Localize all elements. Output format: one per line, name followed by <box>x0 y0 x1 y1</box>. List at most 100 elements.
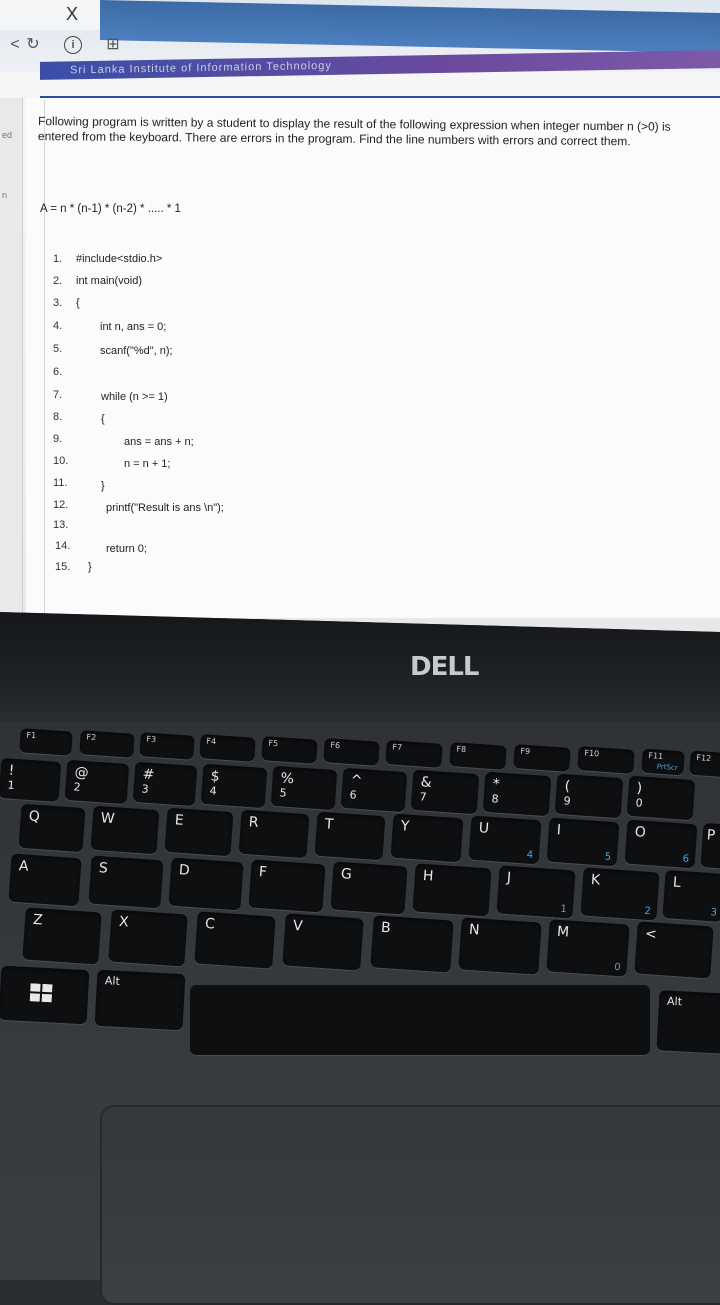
key-alt-right[interactable]: Alt <box>656 990 720 1054</box>
code-line: while (n >= 1) <box>101 391 168 403</box>
key-a[interactable]: A <box>8 853 82 907</box>
left-sidebar: ed n <box>0 98 23 628</box>
key-s[interactable]: S <box>88 855 164 909</box>
key-f11[interactable]: F11 PrtScr <box>641 748 685 776</box>
key-w[interactable]: W <box>90 805 160 855</box>
key-3[interactable]: #3 <box>132 761 198 807</box>
code-line: { <box>76 297 80 309</box>
key-5[interactable]: % 5 <box>270 765 338 811</box>
back-icon[interactable]: < <box>6 36 24 54</box>
sidebar-label: ed <box>2 130 13 140</box>
line-number: 9. <box>53 433 63 445</box>
key-k[interactable]: K2 <box>580 867 660 921</box>
card-divider <box>44 100 45 615</box>
key-comma[interactable]: < <box>634 921 714 979</box>
key-f10[interactable]: F10 <box>577 746 635 774</box>
key-f5[interactable]: F5 <box>261 736 318 764</box>
key-f12[interactable]: F12 <box>689 750 720 778</box>
key-8[interactable]: * 8 <box>482 771 552 817</box>
info-icon[interactable]: i <box>64 36 82 54</box>
browser-titlebar <box>100 0 720 53</box>
key-2[interactable]: @2 <box>64 759 130 805</box>
code-line: int main(void) <box>76 275 143 287</box>
touchpad[interactable] <box>100 1105 720 1305</box>
key-l[interactable]: L3 <box>662 869 720 923</box>
key-f4[interactable]: F4 <box>199 734 256 762</box>
key-c[interactable]: C <box>194 911 276 969</box>
line-number: 5. <box>53 343 63 355</box>
reload-icon[interactable]: ↻ <box>24 36 42 54</box>
key-f7[interactable]: F7 <box>385 740 443 768</box>
code-line: { <box>101 413 105 425</box>
key-h[interactable]: H <box>412 863 492 917</box>
code-line: ans = ans + n; <box>124 436 194 448</box>
line-number: 1. <box>53 253 63 265</box>
question-text: Following program is written by a studen… <box>37 114 671 148</box>
line-number: 4. <box>53 320 63 332</box>
line-number: 12. <box>53 499 69 511</box>
key-f1[interactable]: F1 <box>19 728 73 756</box>
key-r[interactable]: R <box>238 809 310 859</box>
line-number: 3. <box>53 297 63 309</box>
key-t[interactable]: T <box>314 811 386 861</box>
close-tab-icon[interactable]: X <box>66 4 78 25</box>
question-card <box>26 98 720 618</box>
key-f2[interactable]: F2 <box>79 730 135 758</box>
key-0[interactable]: ) 0 <box>626 775 696 821</box>
code-line: #include<stdio.h> <box>76 253 163 265</box>
key-f8[interactable]: F8 <box>449 742 507 770</box>
key-u[interactable]: U4 <box>468 815 542 865</box>
key-f6[interactable]: F6 <box>323 738 380 766</box>
key-i[interactable]: I5 <box>546 817 620 867</box>
key-d[interactable]: D <box>168 857 244 911</box>
key-b[interactable]: B <box>370 915 454 973</box>
key-n[interactable]: N <box>458 917 542 975</box>
key-m[interactable]: M0 <box>546 919 630 977</box>
add-tab-icon[interactable]: ⊞ <box>104 36 122 54</box>
line-number: 6. <box>53 366 63 378</box>
code-line: n = n + 1; <box>124 458 171 470</box>
key-4[interactable]: $4 <box>200 763 268 809</box>
key-z[interactable]: Z <box>22 907 102 965</box>
tab-strip: X <box>0 0 720 53</box>
key-j[interactable]: J1 <box>496 865 576 919</box>
key-y[interactable]: Y <box>390 813 464 863</box>
key-q[interactable]: Q <box>18 803 86 853</box>
key-f3[interactable]: F3 <box>139 732 195 760</box>
code-line: } <box>88 561 92 573</box>
code-line: int n, ans = 0; <box>100 321 167 333</box>
prtscr-label: PrtScr <box>656 762 678 773</box>
key-7[interactable]: & 7 <box>410 769 480 815</box>
key-9[interactable]: (9 <box>554 773 624 819</box>
line-number: 14. <box>55 540 71 552</box>
key-f[interactable]: F <box>248 859 326 913</box>
key-windows[interactable] <box>0 965 90 1025</box>
line-number: 10. <box>53 455 69 467</box>
line-number: 7. <box>53 389 63 401</box>
expression-formula: A = n * (n-1) * (n-2) * ..... * 1 <box>40 203 181 215</box>
sidebar-label: n <box>2 190 8 200</box>
key-g[interactable]: G <box>330 861 408 915</box>
line-number: 15. <box>55 561 71 573</box>
windows-icon <box>29 983 53 1003</box>
key-f9[interactable]: F9 <box>513 744 571 772</box>
dell-logo: DELL <box>410 652 479 682</box>
key-p[interactable]: P <box>700 823 720 869</box>
browser-tab[interactable] <box>0 0 100 30</box>
key-1[interactable]: ! 1 <box>0 757 62 803</box>
line-number: 2. <box>53 275 63 287</box>
key-6[interactable]: ^ 6 <box>340 767 408 813</box>
line-number: 13. <box>53 519 69 531</box>
key-alt-left[interactable]: Alt <box>94 969 186 1031</box>
laptop-screen: X < ↻ i ⊞ Sri Lanka Institute of Informa… <box>0 0 720 632</box>
line-number: 8. <box>53 411 63 423</box>
line-number: 11. <box>53 477 68 489</box>
spacebar[interactable] <box>190 985 650 1055</box>
code-line: printf("Result is ans \n"); <box>106 502 224 514</box>
key-o[interactable]: O6 <box>624 819 698 869</box>
key-e[interactable]: E <box>164 807 234 857</box>
code-line: return 0; <box>106 543 147 555</box>
key-v[interactable]: V <box>282 913 364 971</box>
key-x[interactable]: X <box>108 909 188 967</box>
code-line: scanf("%d", n); <box>100 345 173 357</box>
